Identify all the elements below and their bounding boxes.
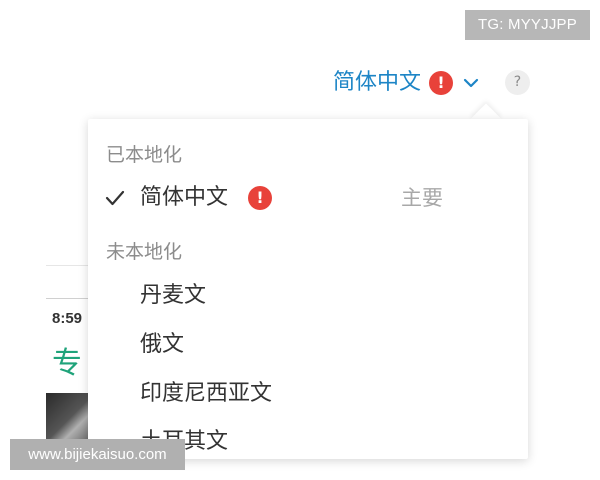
- language-dropdown: 已本地化 简体中文 ! 主要 未本地化 丹麦文 俄文 印度尼西亚文 土耳其文: [88, 119, 528, 459]
- language-option-label: 丹麦文: [140, 283, 207, 308]
- language-selector[interactable]: 简体中文 !: [333, 66, 479, 100]
- check-icon: [105, 189, 125, 207]
- current-language-label: 简体中文: [333, 70, 422, 95]
- localized-heading: 已本地化: [106, 144, 183, 166]
- language-option-simplified-chinese[interactable]: 简体中文 ! 主要: [88, 175, 528, 221]
- watermark-top: TG: MYYJJPP: [465, 10, 590, 40]
- language-option-label: 印度尼西亚文: [140, 381, 273, 406]
- status-bar-time: 8:59: [52, 310, 83, 327]
- primary-badge: 主要: [401, 186, 443, 210]
- language-option-indonesian[interactable]: 印度尼西亚文: [88, 371, 528, 417]
- background-title-fragment: 专: [52, 346, 82, 381]
- watermark-bottom: www.bijiekaisuo.com: [10, 439, 185, 470]
- language-option-russian[interactable]: 俄文: [88, 322, 528, 368]
- alert-icon: !: [248, 186, 272, 210]
- help-icon[interactable]: ?: [505, 70, 530, 95]
- language-option-label: 俄文: [140, 332, 185, 357]
- unlocalized-heading: 未本地化: [106, 241, 183, 263]
- language-option-danish[interactable]: 丹麦文: [88, 273, 528, 319]
- language-option-label: 简体中文: [140, 185, 229, 210]
- chevron-down-icon: [463, 75, 479, 91]
- alert-icon: !: [429, 71, 454, 95]
